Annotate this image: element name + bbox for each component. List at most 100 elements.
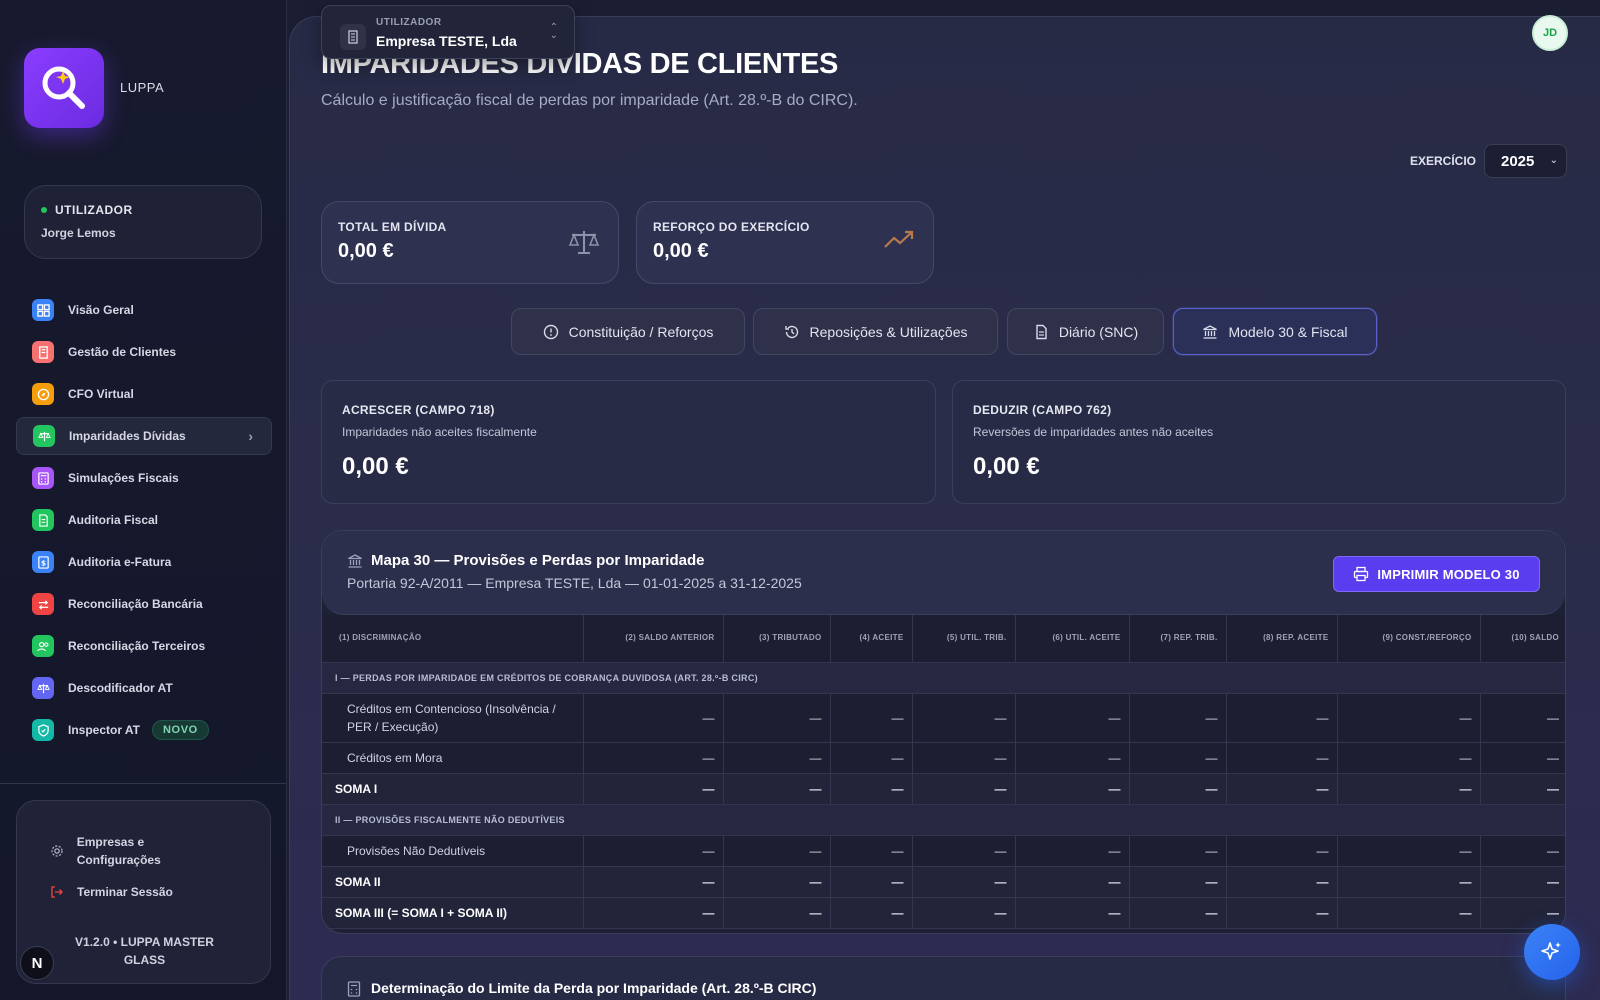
compass-icon [32,383,54,405]
avatar[interactable]: JD [1532,15,1568,51]
table-cell: — [723,835,831,867]
table-cell: — [1129,866,1227,898]
tab-constituicao[interactable]: Constituição / Reforços [511,308,745,355]
kpi-total-divida: TOTAL EM DÍVIDA 0,00 € [321,201,619,284]
column-header: (2) SALDO ANTERIOR [583,614,724,663]
sidebar-item-label: Inspector AT [68,723,141,737]
printer-icon [1354,566,1369,582]
section-title: II — PROVISÕES FISCALMENTE NÃO DEDUTÍVEI… [322,804,1565,836]
user-label: UTILIZADOR [55,203,133,217]
ai-assistant-button[interactable] [1524,924,1580,980]
sidebar-item-label: Reconciliação Terceiros [68,639,206,653]
invoice-icon: $ [32,551,54,573]
calculator-icon [32,467,54,489]
table-cell: — [583,866,724,898]
tab-diario[interactable]: Diário (SNC) [1007,308,1164,355]
svg-text:$: $ [40,558,45,567]
users-icon [32,635,54,657]
kpi-value: 0,00 € [653,240,709,262]
exercicio-select[interactable]: 2025 ⌄ [1484,144,1567,178]
sidebar-item-descodificador[interactable]: Descodificador AT [16,669,272,707]
sidebar-item-label: CFO Virtual [68,387,134,401]
app-name: LUPPA [120,80,165,95]
bank-icon [1203,324,1218,339]
tab-label: Reposições & Utilizações [809,323,968,340]
soma-row: SOMA II — — — — — — — — — [322,866,1565,898]
print-modelo-30-button[interactable]: IMPRIMIR MODELO 30 [1333,556,1540,592]
table-cell: — [583,773,724,805]
logout-link[interactable]: Terminar Sessão [49,885,173,899]
sidebar-item-inspector[interactable]: Inspector AT NOVO [16,711,272,749]
campo-value: 0,00 € [342,453,409,480]
sidebar-item-gestao-clientes[interactable]: Gestão de Clientes [16,333,272,371]
building-icon [32,341,54,363]
mapa-30-card: Mapa 30 — Provisões e Perdas por Imparid… [321,530,1566,934]
sidebar-item-simulacoes[interactable]: Simulações Fiscais [16,459,272,497]
sidebar-item-cfo-virtual[interactable]: CFO Virtual [16,375,272,413]
sidebar-item-label: Imparidades Dívidas [69,429,186,443]
exercicio-value: 2025 [1501,153,1535,170]
n-logo[interactable]: N [20,946,54,980]
table-cell: — [1226,866,1338,898]
sidebar-item-auditoria-efatura[interactable]: $ Auditoria e-Fatura [16,543,272,581]
table-cell: — [1337,897,1481,929]
exercicio-label: EXERCÍCIO [1410,154,1477,168]
app-logo[interactable] [24,48,104,128]
sidebar-item-visao-geral[interactable]: Visão Geral [16,291,272,329]
table-row: Créditos em Contencioso (Insolvência / P… [322,693,1565,743]
column-header: (8) REP. ACEITE [1226,614,1338,663]
table-cell: — [723,693,831,743]
campo-label: ACRESCER (CAMPO 718) [342,403,495,417]
table-cell: — [912,693,1016,743]
table-cell: — [1129,897,1227,929]
table-cell: — [1226,742,1338,774]
scale-icon [568,228,600,261]
table-header-row: (1) DISCRIMINAÇÃO (2) SALDO ANTERIOR (3)… [322,614,1565,663]
gear-icon [49,844,65,858]
table-cell: — [912,742,1016,774]
table-cell: — [1337,773,1481,805]
table-cell: — [1337,866,1481,898]
sidebar-item-reconciliacao-bancaria[interactable]: Reconciliação Bancária [16,585,272,623]
row-label: Créditos em Contencioso (Insolvência / P… [322,693,584,743]
table-cell: — [1480,866,1565,898]
sidebar-item-label: Gestão de Clientes [68,345,177,359]
section-title: I — PERDAS POR IMPARIDADE EM CRÉDITOS DE… [322,662,1565,694]
table-cell: — [1480,742,1565,774]
chevron-down-icon: ⌄ [1549,155,1558,166]
tab-reposicoes[interactable]: Reposições & Utilizações [753,308,998,355]
sidebar-item-auditoria-fiscal[interactable]: Auditoria Fiscal [16,501,272,539]
campo-value: 0,00 € [973,453,1040,480]
campo-description: Reversões de imparidades antes não aceit… [973,425,1214,439]
campo-label: DEDUZIR (CAMPO 762) [973,403,1112,417]
row-label: SOMA I [322,773,584,805]
table-cell: — [830,835,913,867]
tab-modelo-30[interactable]: Modelo 30 & Fiscal [1173,308,1377,355]
sidebar: LUPPA UTILIZADOR Jorge Lemos Visão Geral… [0,0,287,1000]
table-cell: — [1480,693,1565,743]
file-icon [1036,324,1047,339]
sidebar-item-imparidades[interactable]: Imparidades Dívidas › [16,417,272,455]
sidebar-item-reconciliacao-terceiros[interactable]: Reconciliação Terceiros [16,627,272,665]
kpi-reforco-exercicio: REFORÇO DO EXERCÍCIO 0,00 € [636,201,934,284]
table-cell: — [1337,742,1481,774]
mapa-30-subtitle: Portaria 92-A/2011 — Empresa TESTE, Lda … [347,575,802,591]
alert-circle-icon [543,324,558,339]
table-cell: — [1015,897,1130,929]
sidebar-item-label: Auditoria Fiscal [68,513,159,527]
table-cell: — [1226,773,1338,805]
column-header: (10) SALDO [1480,614,1565,663]
sidebar-item-label: Descodificador AT [68,681,173,695]
company-selector[interactable]: UTILIZADOR Empresa TESTE, Lda ⌃ ⌄ [321,5,575,59]
kpi-value: 0,00 € [338,240,394,262]
settings-link[interactable]: Empresas e Configurações [49,833,229,869]
chevron-right-icon: › [248,428,253,444]
kpi-label: TOTAL EM DÍVIDA [338,220,447,234]
scale-icon [33,425,55,447]
column-header: (5) UTIL. TRIB. [912,614,1016,663]
table-cell: — [912,897,1016,929]
sidebar-nav: Visão Geral Gestão de Clientes CFO Virtu… [16,291,272,753]
scale-icon [32,677,54,699]
trending-up-icon [883,228,915,257]
table-cell: — [583,742,724,774]
